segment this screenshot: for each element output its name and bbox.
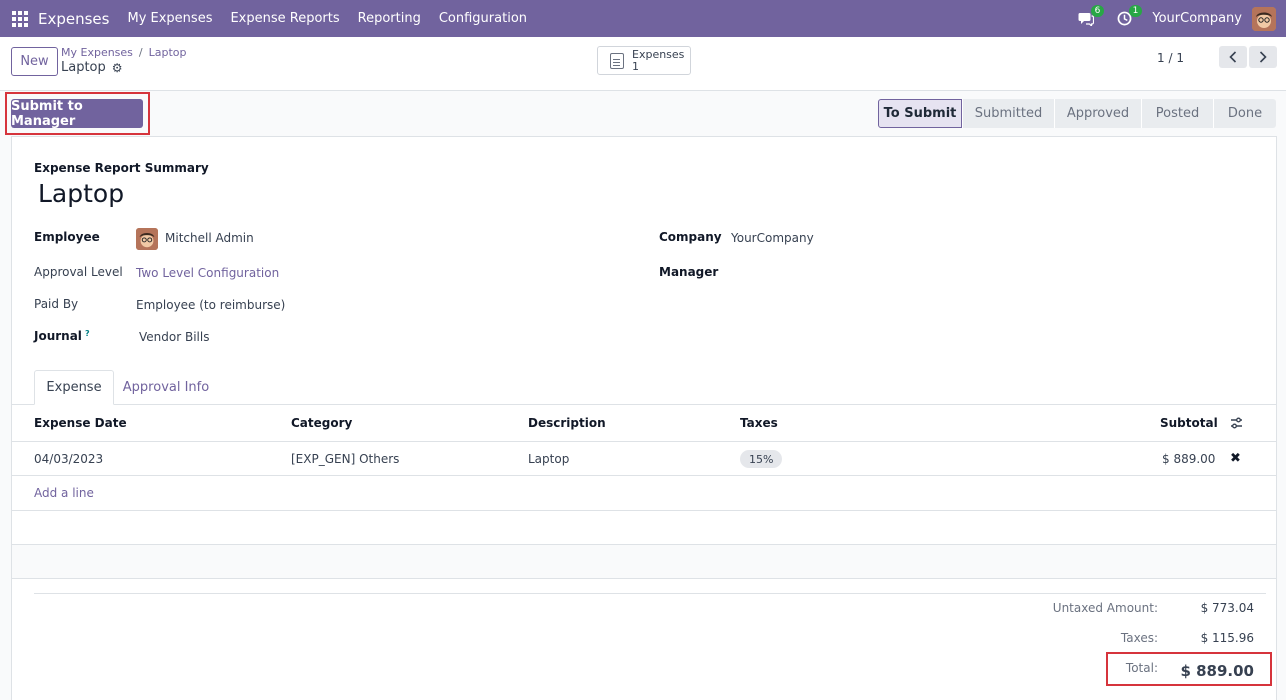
column-subtotal[interactable]: Subtotal <box>1160 416 1218 430</box>
menu-my-expenses[interactable]: My Expenses <box>127 11 212 26</box>
taxes-value: $ 115.96 <box>1200 631 1254 645</box>
stage-pipeline: To Submit Submitted Approved Posted Done <box>878 99 1276 128</box>
submit-to-manager-button[interactable]: Submit to Manager <box>11 99 143 129</box>
totals-divider <box>34 593 1266 594</box>
company-field[interactable]: YourCompany <box>731 231 814 245</box>
help-tooltip-icon[interactable]: ? <box>85 329 90 338</box>
row-divider <box>12 544 1276 545</box>
employee-label: Employee <box>34 230 100 244</box>
chat-badge: 6 <box>1090 4 1105 17</box>
document-icon <box>610 52 624 69</box>
gear-icon[interactable]: ⚙ <box>112 61 123 75</box>
activity-badge: 1 <box>1128 4 1143 17</box>
column-category[interactable]: Category <box>291 416 352 430</box>
approval-level-label: Approval Level <box>34 265 123 279</box>
stage-approved[interactable]: Approved <box>1054 99 1141 128</box>
row-divider <box>12 475 1276 476</box>
chat-icon[interactable]: 6 <box>1076 4 1105 29</box>
report-name-field[interactable]: Laptop <box>38 179 124 208</box>
employee-avatar <box>136 228 158 250</box>
activity-clock-icon[interactable]: 1 <box>1114 4 1143 29</box>
pager-next-button[interactable] <box>1249 46 1277 68</box>
stage-done[interactable]: Done <box>1213 99 1276 128</box>
row-divider <box>12 578 1276 579</box>
form-sheet: Expense Report Summary Laptop Employee M… <box>11 136 1277 700</box>
journal-label-text: Journal <box>34 329 82 343</box>
company-label: Company <box>659 230 722 244</box>
chevron-left-icon <box>1229 51 1237 63</box>
row-category[interactable]: [EXP_GEN] Others <box>291 452 399 466</box>
app-brand[interactable]: Expenses <box>38 10 109 28</box>
journal-label: Journal? <box>34 329 90 343</box>
tab-expense[interactable]: Expense <box>34 370 114 405</box>
manager-label: Manager <box>659 265 719 279</box>
paid-by-field[interactable]: Employee (to reimburse) <box>136 298 285 312</box>
status-bar: Submit to Manager To Submit Submitted Ap… <box>0 91 1286 136</box>
menu-reporting[interactable]: Reporting <box>358 11 421 26</box>
pager-value[interactable]: 1 / 1 <box>1157 51 1184 65</box>
breadcrumb: My Expenses / Laptop <box>61 46 187 59</box>
total-label: Total: <box>1125 661 1158 675</box>
taxes-label: Taxes: <box>1120 631 1158 645</box>
column-expense-date[interactable]: Expense Date <box>34 416 127 430</box>
untaxed-amount-value: $ 773.04 <box>1200 601 1254 615</box>
stage-posted[interactable]: Posted <box>1141 99 1213 128</box>
optional-columns-icon[interactable] <box>1230 417 1243 432</box>
chevron-right-icon <box>1259 51 1267 63</box>
breadcrumb-laptop[interactable]: Laptop <box>149 46 187 59</box>
row-subtotal[interactable]: $ 889.00 <box>1162 452 1215 466</box>
approval-level-field[interactable]: Two Level Configuration <box>136 266 279 280</box>
record-title: Laptop ⚙ <box>61 60 123 75</box>
column-taxes[interactable]: Taxes <box>740 416 778 430</box>
breadcrumb-separator: / <box>138 46 143 59</box>
apps-menu-icon[interactable] <box>12 10 28 27</box>
column-description[interactable]: Description <box>528 416 606 430</box>
tab-divider <box>12 404 1276 405</box>
untaxed-amount-label: Untaxed Amount: <box>1052 601 1158 615</box>
tax-badge[interactable]: 15% <box>740 450 783 468</box>
expenses-smart-button[interactable]: Expenses 1 <box>597 46 691 75</box>
tab-approval-info[interactable]: Approval Info <box>116 370 216 405</box>
user-avatar[interactable] <box>1252 6 1276 31</box>
record-title-text: Laptop <box>61 60 106 75</box>
employee-field[interactable]: Mitchell Admin <box>165 231 254 245</box>
top-navbar: Expenses My Expenses Expense Reports Rep… <box>0 0 1286 37</box>
menu-expense-reports[interactable]: Expense Reports <box>230 11 339 26</box>
control-panel: New My Expenses / Laptop Laptop ⚙ Expenses… <box>0 37 1286 91</box>
smart-button-label: Expenses <box>632 47 685 61</box>
header-divider <box>12 441 1276 442</box>
stage-to-submit[interactable]: To Submit <box>878 99 962 128</box>
smart-button-count: 1 <box>632 59 639 73</box>
journal-field[interactable]: Vendor Bills <box>139 330 209 344</box>
row-divider <box>12 510 1276 511</box>
paid-by-label: Paid By <box>34 297 79 311</box>
delete-row-icon[interactable]: ✖ <box>1230 451 1241 466</box>
add-line-link[interactable]: Add a line <box>34 486 94 500</box>
total-value: $ 889.00 <box>1180 662 1254 680</box>
summary-label: Expense Report Summary <box>34 161 209 175</box>
menu-configuration[interactable]: Configuration <box>439 11 527 26</box>
pager-previous-button[interactable] <box>1219 46 1247 68</box>
stage-submitted[interactable]: Submitted <box>962 99 1054 128</box>
row-expense-date[interactable]: 04/03/2023 <box>34 452 103 466</box>
new-button[interactable]: New <box>11 47 58 76</box>
empty-row <box>12 545 1276 578</box>
breadcrumb-my-expenses[interactable]: My Expenses <box>61 46 133 59</box>
company-switcher[interactable]: YourCompany <box>1152 11 1242 26</box>
row-description[interactable]: Laptop <box>528 452 569 466</box>
